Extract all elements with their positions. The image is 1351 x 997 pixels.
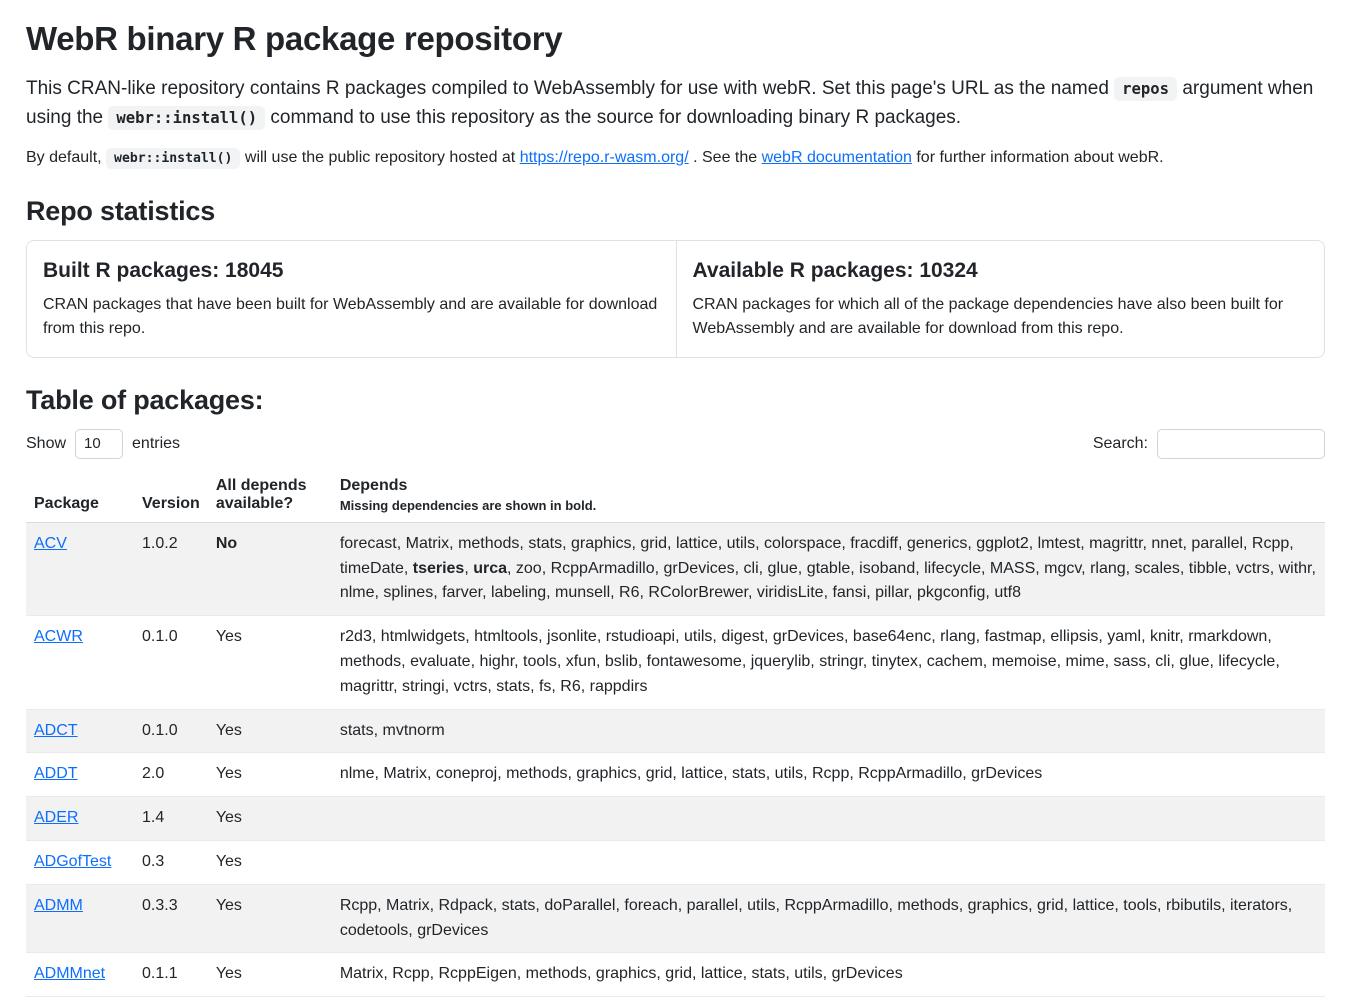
inline-code-webr-install-2: webr::install(): [106, 148, 240, 169]
package-link[interactable]: ADMMnet: [34, 965, 105, 982]
depends-cell: Rcpp, Matrix, Rdpack, stats, doParallel,…: [332, 884, 1325, 953]
package-cell: ACWR: [26, 616, 134, 709]
package-cell: ADCT: [26, 709, 134, 753]
column-header-all-depends-available[interactable]: All depends available?: [208, 471, 332, 523]
available-cell: Yes: [208, 841, 332, 885]
version-cell: 1.4: [134, 797, 208, 841]
table-row: ADDT 2.0Yes nlme, Matrix, coneproj, method…: [26, 753, 1325, 797]
packages-table: Package Version All depends available? D…: [26, 471, 1325, 997]
show-label: Show: [26, 435, 66, 453]
inline-code-repos: repos: [1114, 77, 1177, 101]
package-link[interactable]: ADDT: [34, 765, 78, 782]
default-note-text-3: . See the: [689, 149, 762, 166]
column-header-depends[interactable]: Depends Missing dependencies are shown i…: [332, 471, 1325, 523]
stat-available-title: Available R packages: 10324: [693, 259, 1309, 283]
depends-cell: [332, 797, 1325, 841]
package-link[interactable]: ADMM: [34, 897, 83, 914]
default-note-text-2: will use the public repository hosted at: [240, 149, 519, 166]
dependency-text: ,: [464, 560, 473, 577]
table-of-packages-heading: Table of packages:: [26, 385, 1325, 416]
column-header-package[interactable]: Package: [26, 471, 134, 523]
depends-header-title: Depends: [340, 477, 1317, 495]
search-control: Search:: [1093, 429, 1325, 459]
page-title: WebR binary R package repository: [26, 20, 1325, 58]
package-link[interactable]: ADER: [34, 809, 78, 826]
repo-url-link[interactable]: https://repo.r-wasm.org/: [520, 149, 689, 166]
depends-cell: forecast, Matrix, methods, stats, graphi…: [332, 522, 1325, 615]
stat-available-description: CRAN packages for which all of the packa…: [693, 293, 1309, 341]
table-controls: Show 10 entries Search:: [26, 429, 1325, 459]
available-cell: Yes: [208, 709, 332, 753]
table-row: ADGofTest 0.3Yes: [26, 841, 1325, 885]
header-row: Package Version All depends available? D…: [26, 471, 1325, 523]
packages-table-head: Package Version All depends available? D…: [26, 471, 1325, 523]
intro-text-3: command to use this repository as the so…: [265, 107, 961, 128]
table-row: ACV 1.0.2Noforecast, Matrix, methods, sta…: [26, 522, 1325, 615]
page-length-control: Show 10 entries: [26, 429, 180, 459]
available-cell: Yes: [208, 753, 332, 797]
depends-cell: [332, 841, 1325, 885]
table-row: ADCT 0.1.0Yes stats, mvtnorm: [26, 709, 1325, 753]
stat-card-built: Built R packages: 18045 CRAN packages th…: [27, 241, 676, 357]
package-link[interactable]: ACWR: [34, 628, 83, 645]
stat-card-available: Available R packages: 10324 CRAN package…: [676, 241, 1325, 357]
missing-dependency: urca: [473, 560, 507, 577]
stat-built-title: Built R packages: 18045: [43, 259, 660, 283]
dependency-text: Matrix, Rcpp, RcppEigen, methods, graphi…: [340, 965, 903, 982]
default-note-text-1: By default,: [26, 149, 106, 166]
webr-documentation-link[interactable]: webR documentation: [762, 149, 912, 166]
dependency-text: r2d3, htmlwidgets, htmltools, jsonlite, …: [340, 628, 1280, 695]
stat-built-description: CRAN packages that have been built for W…: [43, 293, 660, 341]
version-cell: 0.3: [134, 841, 208, 885]
package-cell: ADGofTest: [26, 841, 134, 885]
table-row: ADMM 0.3.3YesRcpp, Matrix, Rdpack, stats,…: [26, 884, 1325, 953]
package-link[interactable]: ADGofTest: [34, 853, 111, 870]
version-cell: 0.3.3: [134, 884, 208, 953]
column-header-version[interactable]: Version: [134, 471, 208, 523]
version-cell: 2.0: [134, 753, 208, 797]
dependency-text: Rcpp, Matrix, Rdpack, stats, doParallel,…: [340, 897, 1292, 939]
default-note-text-4: for further information about webR.: [912, 149, 1164, 166]
depends-header-note: Missing dependencies are shown in bold.: [340, 498, 1317, 513]
dependency-text: nlme, Matrix, coneproj, methods, graphic…: [340, 765, 1043, 782]
available-cell: Yes: [208, 616, 332, 709]
intro-text-1: This CRAN-like repository contains R pac…: [26, 78, 1114, 99]
stats-panel: Built R packages: 18045 CRAN packages th…: [26, 240, 1325, 358]
intro-paragraph: This CRAN-like repository contains R pac…: [26, 74, 1325, 133]
package-cell: ADMM: [26, 884, 134, 953]
package-link[interactable]: ADCT: [34, 722, 78, 739]
version-cell: 1.0.2: [134, 522, 208, 615]
available-cell: Yes: [208, 884, 332, 953]
page-size-select[interactable]: 10: [75, 429, 123, 459]
table-row: ADER 1.4Yes: [26, 797, 1325, 841]
entries-label: entries: [132, 435, 180, 453]
package-cell: ADER: [26, 797, 134, 841]
table-row: ACWR 0.1.0Yesr2d3, htmlwidgets, htmltools…: [26, 616, 1325, 709]
inline-code-webr-install: webr::install(): [108, 106, 265, 130]
search-input[interactable]: [1157, 429, 1325, 459]
depends-cell: r2d3, htmlwidgets, htmltools, jsonlite, …: [332, 616, 1325, 709]
available-cell: No: [208, 522, 332, 615]
default-note-paragraph: By default, webr::install() will use the…: [26, 146, 1325, 170]
depends-cell: nlme, Matrix, coneproj, methods, graphic…: [332, 753, 1325, 797]
repo-statistics-heading: Repo statistics: [26, 196, 1325, 227]
missing-dependency: tseries: [413, 560, 465, 577]
packages-table-body: ACV 1.0.2Noforecast, Matrix, methods, sta…: [26, 522, 1325, 996]
version-cell: 0.1.0: [134, 616, 208, 709]
dependency-text: stats, mvtnorm: [340, 722, 445, 739]
depends-cell: stats, mvtnorm: [332, 709, 1325, 753]
version-cell: 0.1.0: [134, 709, 208, 753]
package-link[interactable]: ACV: [34, 535, 67, 552]
search-label: Search:: [1093, 435, 1148, 453]
package-cell: ADDT: [26, 753, 134, 797]
available-cell: Yes: [208, 797, 332, 841]
package-cell: ACV: [26, 522, 134, 615]
